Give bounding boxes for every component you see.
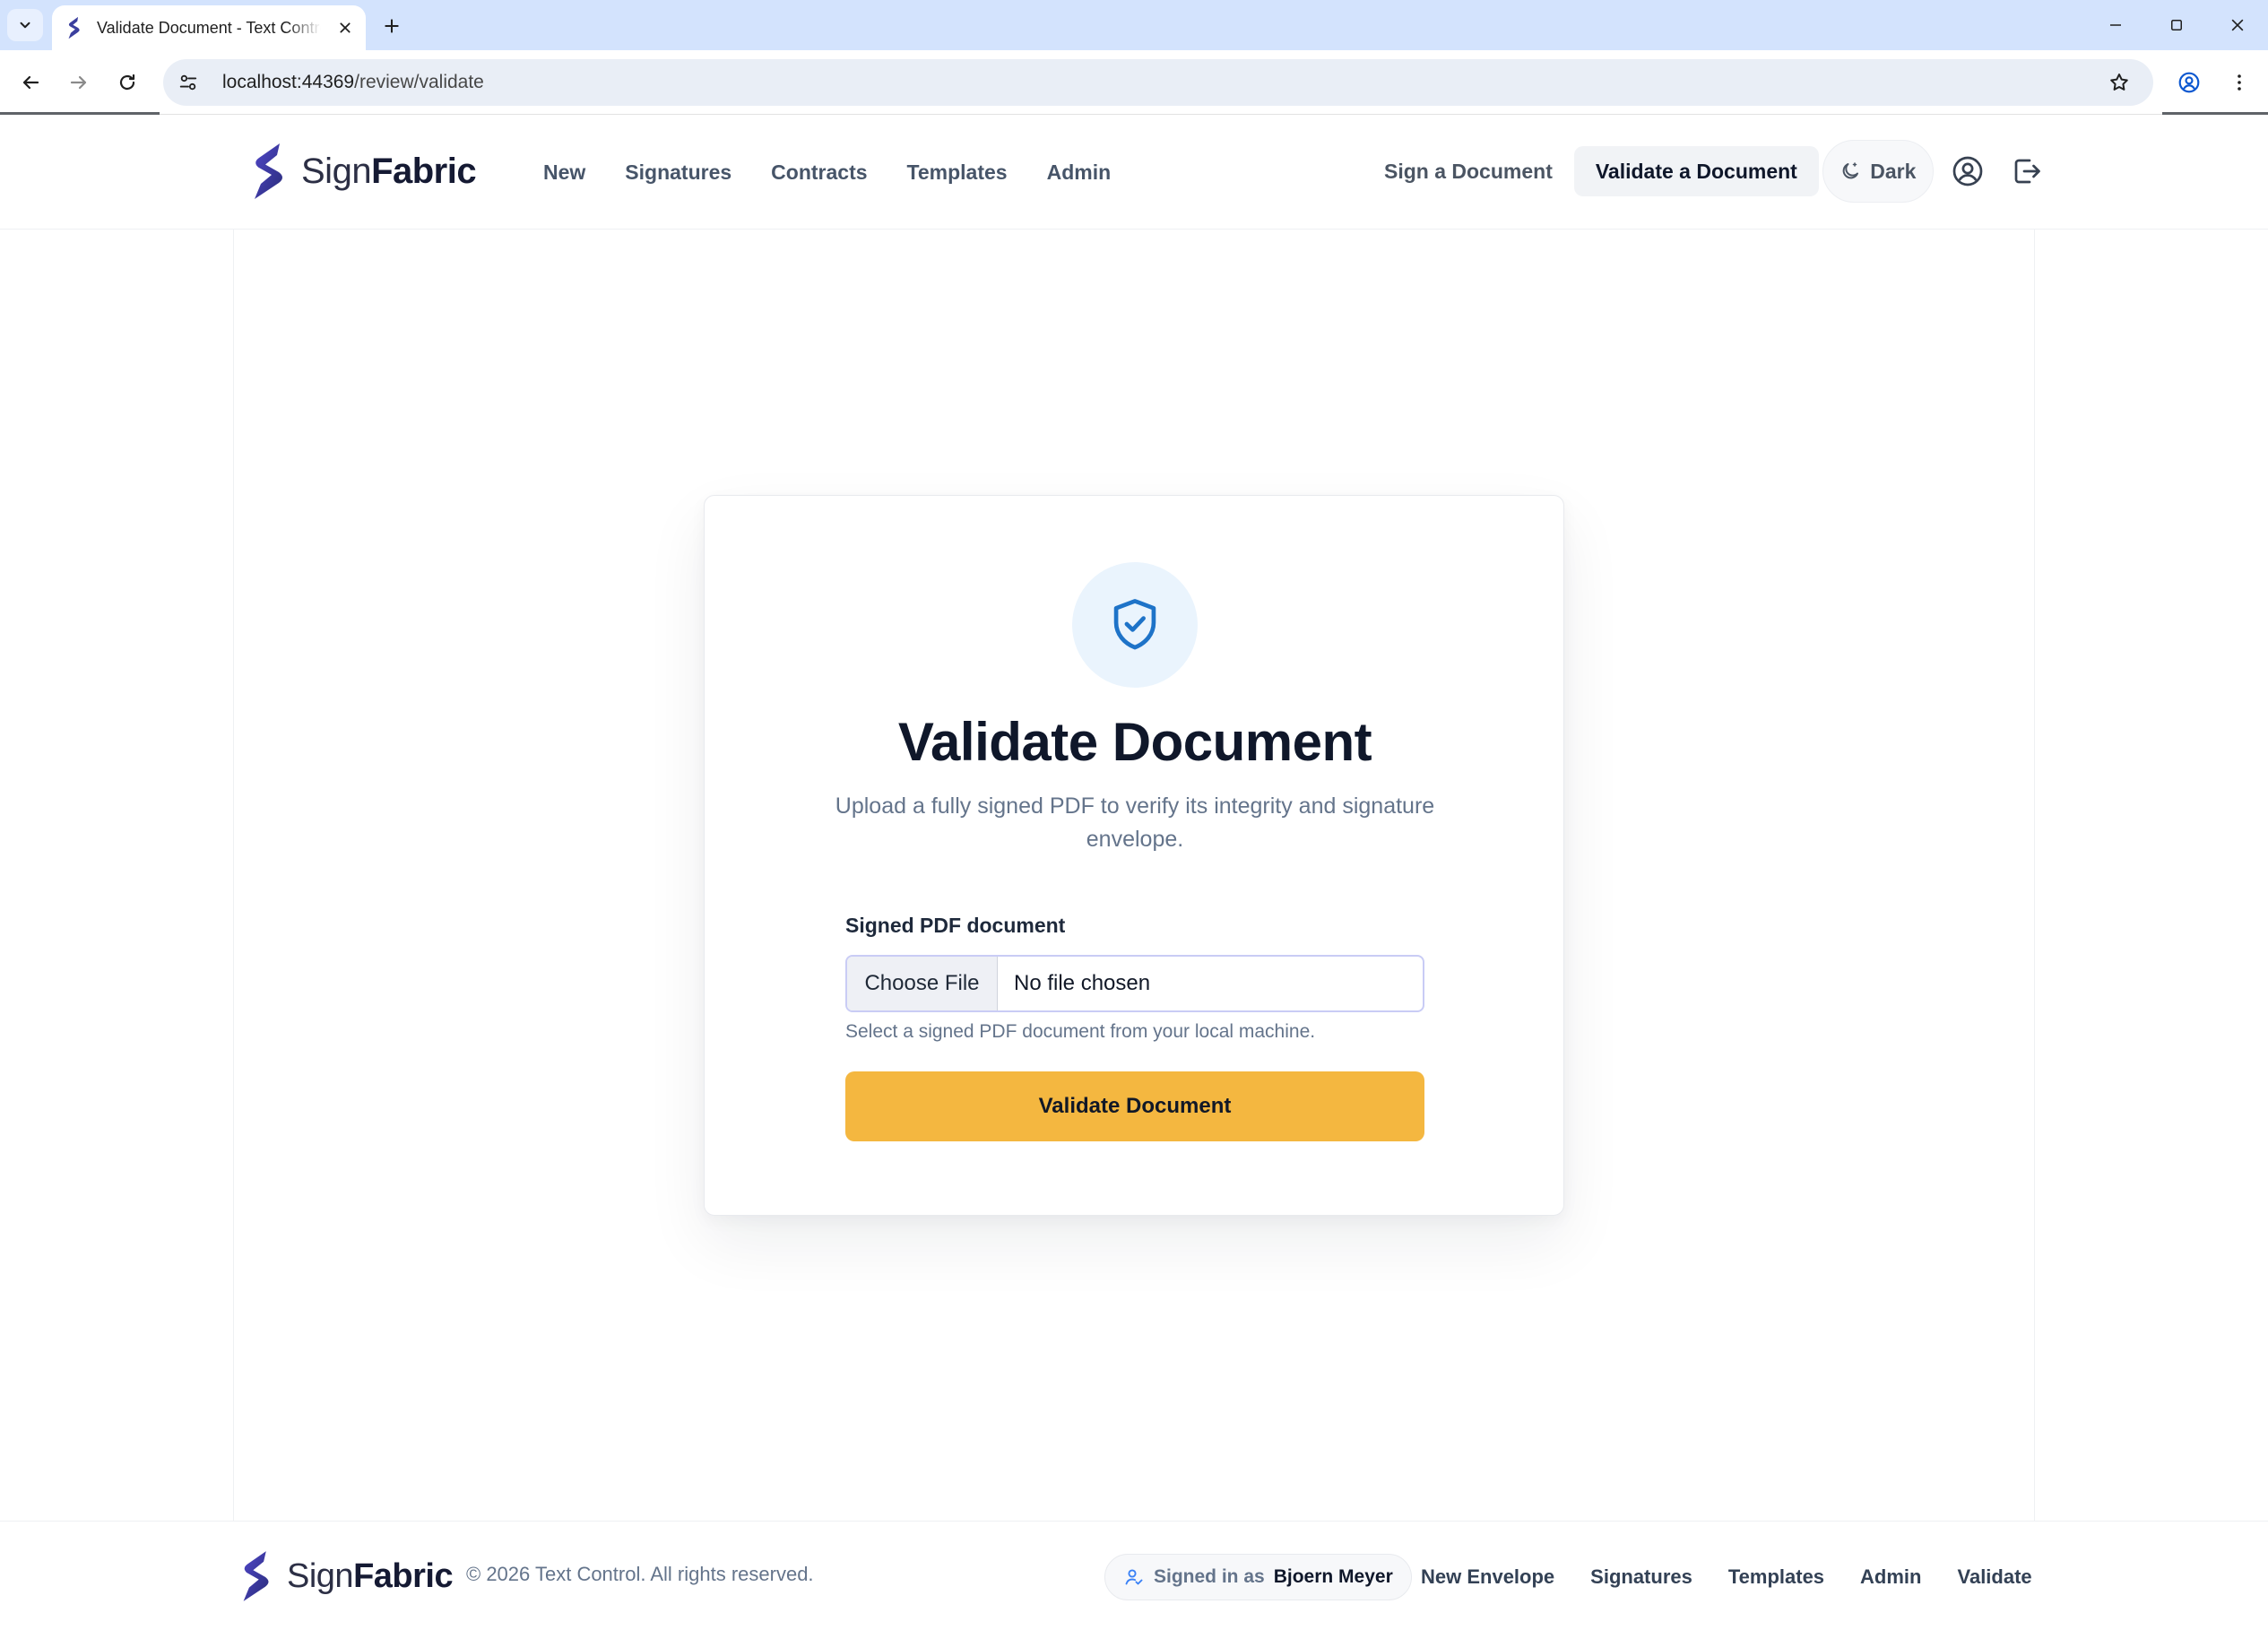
nav-signatures[interactable]: Signatures bbox=[605, 154, 751, 190]
chevron-down-icon bbox=[20, 22, 30, 29]
header-actions: Sign a Document Validate a Document Dark bbox=[1363, 140, 2052, 203]
footer-nav-signatures[interactable]: Signatures bbox=[1572, 1559, 1710, 1595]
signed-in-user: Bjoern Meyer bbox=[1273, 1566, 1393, 1587]
shield-badge bbox=[1072, 562, 1198, 688]
footer-logo-sign: Sign bbox=[287, 1556, 354, 1595]
signfabric-logo-icon bbox=[243, 1551, 269, 1601]
signed-in-prefix: Signed in as bbox=[1154, 1566, 1265, 1587]
nav-new[interactable]: New bbox=[524, 154, 605, 190]
back-button[interactable] bbox=[11, 63, 50, 102]
star-icon bbox=[2110, 74, 2128, 91]
copyright-text: © 2026 Text Control. All rights reserved… bbox=[466, 1563, 814, 1585]
footer-logo-wordmark: SignFabric bbox=[287, 1556, 454, 1596]
signfabric-logo-icon bbox=[255, 143, 282, 199]
nav-contracts[interactable]: Contracts bbox=[751, 154, 887, 190]
footer-nav-validate[interactable]: Validate bbox=[1940, 1559, 2050, 1595]
profile-icon bbox=[2178, 72, 2200, 93]
reload-button[interactable] bbox=[108, 63, 147, 102]
validate-document-link[interactable]: Validate a Document bbox=[1573, 146, 1819, 196]
close-window-button[interactable] bbox=[2211, 7, 2264, 43]
logo-sign: Sign bbox=[301, 151, 372, 191]
url-path: /review/validate bbox=[354, 72, 484, 92]
browser-profile-button[interactable] bbox=[2169, 63, 2209, 102]
bookmark-button[interactable] bbox=[2101, 65, 2137, 100]
kebab-icon bbox=[2238, 74, 2241, 91]
shield-check-icon bbox=[1113, 599, 1156, 650]
dark-mode-toggle[interactable]: Dark bbox=[1822, 140, 1934, 203]
page-title: Validate Document bbox=[897, 712, 1372, 772]
user-circle-icon bbox=[1952, 156, 1983, 186]
address-bar[interactable]: localhost:44369/review/validate bbox=[163, 59, 2153, 106]
choose-file-button[interactable]: Choose File bbox=[847, 957, 998, 1010]
logout-button[interactable] bbox=[2002, 146, 2052, 196]
footer-logo[interactable]: SignFabric bbox=[240, 1548, 454, 1604]
footer-nav: New Envelope Signatures Templates Admin … bbox=[1403, 1559, 2050, 1595]
site-info-button[interactable] bbox=[170, 65, 206, 100]
tab-title: Validate Document - Text Control bbox=[97, 18, 321, 37]
logo-fabric: Fabric bbox=[371, 151, 477, 191]
new-tab-button[interactable] bbox=[377, 11, 407, 41]
signed-pdf-label: Signed PDF document bbox=[845, 914, 1066, 937]
app-footer: SignFabric © 2026 Text Control. All righ… bbox=[0, 1521, 2268, 1630]
close-icon bbox=[340, 22, 351, 33]
close-icon bbox=[2231, 19, 2244, 31]
url-host: localhost:44369 bbox=[222, 72, 355, 92]
validate-card: Validate Document Upload a fully signed … bbox=[704, 495, 1564, 1216]
account-button[interactable] bbox=[1943, 146, 1993, 196]
minimize-icon bbox=[2110, 24, 2121, 26]
tune-icon bbox=[179, 74, 197, 91]
signed-pdf-file-input[interactable]: Choose File No file chosen bbox=[845, 955, 1424, 1012]
signfabric-favicon-icon bbox=[68, 16, 80, 39]
moon-icon bbox=[1842, 162, 1859, 179]
file-input-help: Select a signed PDF document from your l… bbox=[845, 1021, 1316, 1042]
maximize-window-button[interactable] bbox=[2150, 7, 2203, 43]
sign-document-link[interactable]: Sign a Document bbox=[1363, 146, 1574, 196]
nav-admin[interactable]: Admin bbox=[1027, 154, 1131, 190]
nav-templates[interactable]: Templates bbox=[887, 154, 1027, 190]
maximize-icon bbox=[2171, 20, 2182, 30]
file-name-text: No file chosen bbox=[1014, 971, 1151, 995]
tab-search-button[interactable] bbox=[7, 9, 43, 41]
browser-menu-button[interactable] bbox=[2220, 63, 2259, 102]
footer-logo-fabric: Fabric bbox=[353, 1556, 454, 1595]
footer-nav-templates[interactable]: Templates bbox=[1710, 1559, 1842, 1595]
logout-icon bbox=[2014, 159, 2040, 184]
url-text: localhost:44369/review/validate bbox=[222, 72, 484, 93]
minimize-window-button[interactable] bbox=[2089, 7, 2142, 43]
dark-mode-label: Dark bbox=[1870, 159, 1917, 183]
forward-button[interactable] bbox=[59, 63, 99, 102]
browser-tab-active[interactable]: Validate Document - Text Control bbox=[52, 5, 366, 50]
user-check-icon bbox=[1125, 1569, 1143, 1585]
plus-icon bbox=[385, 19, 399, 33]
reload-icon bbox=[119, 74, 135, 91]
signfabric-logo[interactable]: SignFabric bbox=[251, 142, 477, 201]
main-nav: New Signatures Contracts Templates Admin bbox=[524, 154, 1130, 190]
browser-toolbar: localhost:44369/review/validate bbox=[0, 50, 2268, 115]
page-subtitle: Upload a fully signed PDF to verify its … bbox=[835, 793, 1435, 852]
browser-tab-bar: Validate Document - Text Control bbox=[0, 0, 2268, 50]
arrow-right-icon bbox=[70, 75, 87, 90]
logo-wordmark: SignFabric bbox=[301, 151, 477, 192]
signed-in-badge: Signed in as Bjoern Meyer bbox=[1104, 1554, 1412, 1600]
close-tab-button[interactable] bbox=[333, 16, 357, 39]
app-header: SignFabric New Signatures Contracts Temp… bbox=[0, 115, 2268, 230]
validate-document-button[interactable]: Validate Document bbox=[845, 1071, 1424, 1141]
footer-nav-new-envelope[interactable]: New Envelope bbox=[1403, 1559, 1572, 1595]
footer-nav-admin[interactable]: Admin bbox=[1842, 1559, 1939, 1595]
arrow-left-icon bbox=[22, 75, 39, 90]
